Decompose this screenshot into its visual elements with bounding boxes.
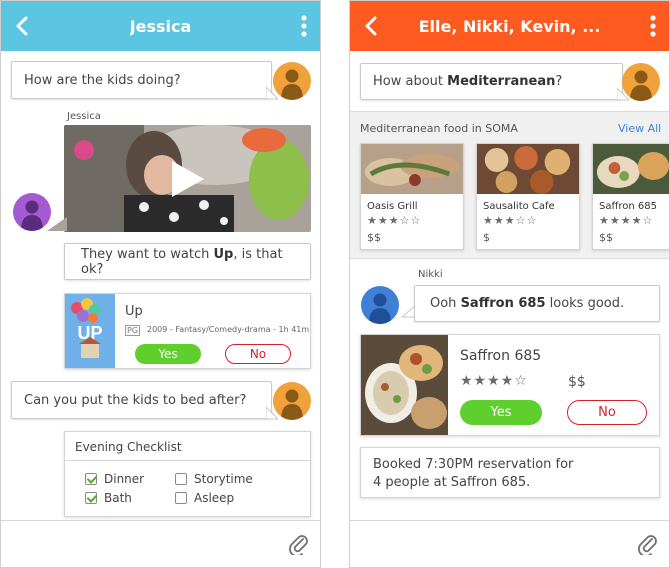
- restaurant-photo: [593, 144, 669, 194]
- paperclip-icon[interactable]: [288, 533, 310, 555]
- paperclip-icon[interactable]: [637, 533, 659, 555]
- avatar: [622, 63, 660, 101]
- checklist-title: Evening Checklist: [75, 440, 182, 454]
- checklist-item-storytime[interactable]: Storytime: [175, 472, 253, 486]
- checklist-item-dinner[interactable]: Dinner: [85, 472, 144, 486]
- view-all-link[interactable]: View All: [618, 122, 661, 135]
- message-incoming: Ooh Saffron 685 looks good.: [414, 285, 660, 322]
- message-outgoing: How are the kids doing?: [11, 61, 272, 99]
- message-outgoing: They want to watch Up, is that ok?: [64, 243, 311, 280]
- checkbox-icon[interactable]: [85, 473, 97, 485]
- checkbox-icon[interactable]: [175, 473, 187, 485]
- checklist-card: Evening Checklist Dinner Storytime Bath …: [64, 431, 311, 517]
- message-outgoing: How about Mediterranean?: [360, 63, 623, 100]
- results-header: Mediterranean food in SOMA: [360, 122, 518, 135]
- no-button[interactable]: No: [225, 344, 291, 364]
- back-arrow-icon[interactable]: [360, 14, 384, 38]
- back-arrow-icon[interactable]: [11, 14, 35, 38]
- price-level: $$: [568, 374, 586, 390]
- movie-title: Up: [125, 304, 143, 319]
- price-level: $$: [367, 231, 381, 244]
- checkbox-icon[interactable]: [175, 492, 187, 504]
- star-rating: ★★★★☆: [599, 214, 654, 227]
- restaurant-card-saffron-685[interactable]: Saffron 685 ★★★★☆ $$: [592, 143, 669, 250]
- message-outgoing: Can you put the kids to bed after?: [11, 381, 272, 419]
- booking-line-2: 4 people at Saffron 685.: [373, 475, 531, 490]
- movie-poster[interactable]: UP: [65, 294, 115, 368]
- restaurant-detail-card: Saffron 685 ★★★★☆ $$ Yes No: [360, 334, 660, 436]
- play-icon[interactable]: [170, 159, 206, 199]
- rating-badge: PG: [125, 325, 141, 336]
- yes-button[interactable]: Yes: [460, 400, 542, 425]
- checkbox-icon[interactable]: [85, 492, 97, 504]
- message-text: They want to watch Up, is that ok?: [81, 246, 283, 277]
- avatar: [361, 286, 399, 324]
- divider: [65, 460, 310, 461]
- message-text: How are the kids doing?: [24, 72, 181, 88]
- composer-bar: [1, 520, 320, 567]
- sender-name: Nikki: [418, 269, 443, 280]
- restaurant-name: Oasis Grill: [367, 201, 418, 212]
- price-level: $: [483, 231, 490, 244]
- restaurant-photo: [477, 144, 579, 194]
- composer-bar: [350, 520, 669, 567]
- message-text: How about Mediterranean?: [373, 74, 563, 89]
- avatar: [273, 62, 311, 100]
- right-phone-screen: Elle, Nikki, Kevin, ... How about Medite…: [349, 0, 670, 568]
- star-rating: ★★★★☆: [460, 373, 528, 389]
- chat-header: Jessica: [1, 1, 320, 51]
- restaurant-name: Saffron 685: [599, 201, 657, 212]
- restaurant-card-sausalito-cafe[interactable]: Sausalito Cafe ★★★☆☆ $: [476, 143, 580, 250]
- restaurant-card-oasis-grill[interactable]: Oasis Grill ★★★☆☆ $$: [360, 143, 464, 250]
- more-menu-icon[interactable]: [649, 15, 657, 37]
- chat-header: Elle, Nikki, Kevin, ...: [350, 1, 669, 51]
- movie-details: 2009 - Fantasy/Comedy-drama - 1h 41m: [147, 325, 310, 334]
- restaurant-name: Saffron 685: [460, 348, 542, 364]
- avatar: [273, 382, 311, 420]
- chat-title: Jessica: [129, 16, 192, 36]
- sender-name: Jessica: [67, 111, 101, 122]
- left-phone-screen: Jessica How are the kids doing? Jessica: [0, 0, 321, 568]
- star-rating: ★★★☆☆: [367, 214, 422, 227]
- no-button[interactable]: No: [567, 400, 647, 425]
- avatar: [13, 193, 51, 231]
- checklist-item-asleep[interactable]: Asleep: [175, 491, 234, 505]
- restaurant-photo[interactable]: [361, 335, 448, 435]
- message-text: Can you put the kids to bed after?: [24, 392, 247, 408]
- bubble-tail: [47, 217, 67, 231]
- yes-button[interactable]: Yes: [135, 344, 201, 364]
- movie-card: UP Up PG 2009 - Fantasy/Comedy-drama - 1…: [64, 293, 311, 369]
- video-thumbnail[interactable]: [64, 125, 311, 232]
- price-level: $$: [599, 231, 613, 244]
- checklist-item-bath[interactable]: Bath: [85, 491, 132, 505]
- chat-title: Elle, Nikki, Kevin, ...: [418, 16, 601, 36]
- booking-line-1: Booked 7:30PM reservation for: [373, 457, 574, 472]
- star-rating: ★★★☆☆: [483, 214, 538, 227]
- booking-confirmation: Booked 7:30PM reservation for 4 people a…: [360, 447, 660, 498]
- restaurant-name: Sausalito Cafe: [483, 201, 555, 212]
- message-text: Ooh Saffron 685 looks good.: [430, 296, 625, 311]
- restaurant-photo: [361, 144, 463, 194]
- more-menu-icon[interactable]: [300, 15, 308, 37]
